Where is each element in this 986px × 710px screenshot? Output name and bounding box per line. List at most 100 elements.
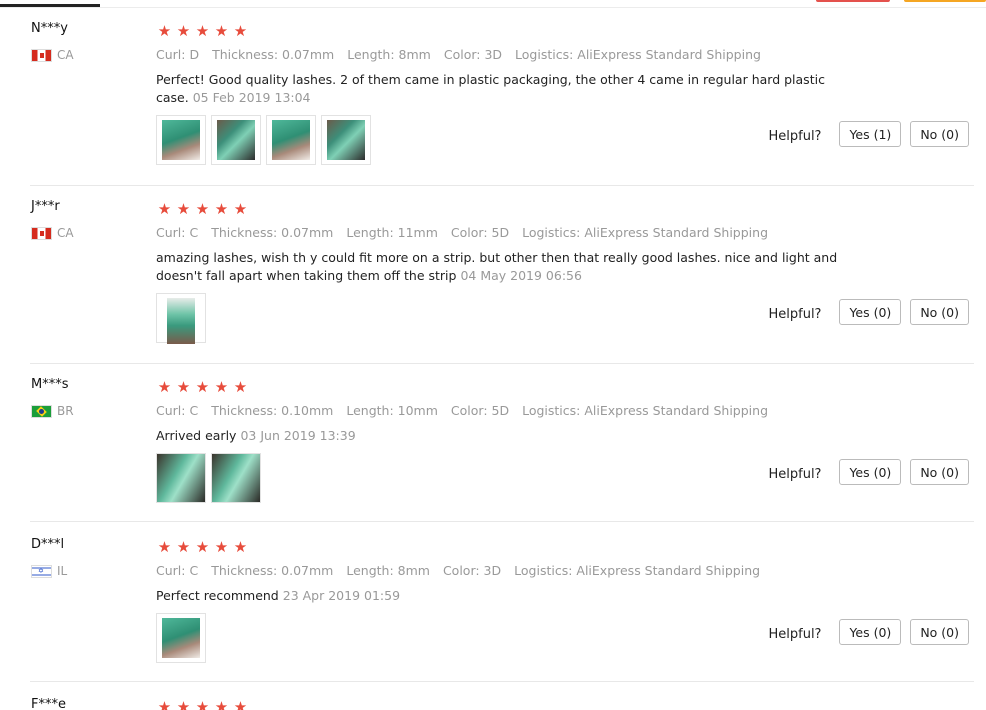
attr-curl: Curl: D: [156, 47, 200, 62]
review-item: M***s BR ★ ★ ★ ★ ★ Curl: C Thickness: 0.10mm…: [0, 364, 986, 524]
star-icon: ★: [157, 200, 172, 218]
attr-color: Color: 3D: [442, 563, 502, 578]
review-item: N***y CA ★ ★ ★ ★ ★ Curl: D Thickness: 0.07mm…: [0, 8, 986, 186]
review-photo-thumbnail[interactable]: [156, 613, 206, 663]
review-photo-thumbnail[interactable]: [321, 115, 371, 165]
product-attributes: Curl: D Thickness: 0.07mm Length: 8mm Co…: [156, 47, 774, 62]
reviewer-name: J***r: [31, 199, 60, 214]
star-icon: ★: [233, 22, 248, 40]
israel-flag-icon: [31, 564, 52, 578]
country-code: IL: [57, 564, 68, 578]
review-item: F***e ★ ★ ★ ★ ★: [0, 684, 986, 710]
review-text-block: Perfect recommend 23 Apr 2019 01:59: [156, 587, 876, 605]
canada-flag-icon: [31, 48, 52, 62]
helpful-no-button[interactable]: No (0): [910, 299, 969, 325]
star-rating: ★ ★ ★ ★ ★: [156, 540, 249, 555]
review-date: 04 May 2019 06:56: [460, 268, 582, 283]
star-icon: ★: [214, 378, 229, 396]
reviewer-country: IL: [31, 564, 67, 578]
helpful-label: Helpful?: [768, 306, 822, 322]
star-icon: ★: [195, 22, 210, 40]
header-accent-orange: [904, 0, 986, 2]
review-divider: [30, 521, 974, 522]
review-photo-thumbnail[interactable]: [266, 115, 316, 165]
review-photo-thumbnail[interactable]: [156, 293, 206, 344]
helpful-vote: Helpful? Yes (0) No (0): [768, 459, 969, 485]
star-icon: ★: [233, 698, 248, 710]
attr-thickness: Thickness: 0.07mm: [211, 225, 334, 240]
helpful-vote: Helpful? Yes (1) No (0): [768, 121, 969, 147]
star-icon: ★: [214, 200, 229, 218]
helpful-yes-button[interactable]: Yes (0): [839, 459, 902, 485]
reviewer-country: BR: [31, 404, 74, 418]
attr-curl: Curl: C: [156, 225, 199, 240]
reviewer-country: CA: [31, 48, 74, 62]
review-text-block: amazing lashes, wish th y could fit more…: [156, 249, 876, 285]
header-accent-red: [816, 0, 890, 2]
star-icon: ★: [157, 538, 172, 556]
helpful-yes-button[interactable]: Yes (1): [839, 121, 902, 147]
helpful-vote: Helpful? Yes (0) No (0): [768, 619, 969, 645]
star-icon: ★: [233, 538, 248, 556]
attr-logistics: Logistics: AliExpress Standard Shipping: [515, 47, 761, 62]
star-icon: ★: [176, 378, 191, 396]
review-photo-thumbnail[interactable]: [156, 115, 206, 165]
review-photo-thumbnail[interactable]: [211, 115, 261, 165]
country-code: CA: [57, 226, 74, 240]
country-code: BR: [57, 404, 74, 418]
review-date: 23 Apr 2019 01:59: [282, 588, 401, 603]
helpful-no-button[interactable]: No (0): [910, 459, 969, 485]
review-photos: [156, 453, 261, 503]
review-photo-thumbnail[interactable]: [211, 453, 261, 503]
star-rating: ★ ★ ★ ★ ★: [156, 700, 249, 710]
review-text: Arrived early: [156, 428, 237, 443]
country-code: CA: [57, 48, 74, 62]
attr-length: Length: 11mm: [346, 225, 438, 240]
reviewer-country: CA: [31, 226, 74, 240]
helpful-yes-button[interactable]: Yes (0): [839, 619, 902, 645]
attr-color: Color: 5D: [450, 403, 510, 418]
attr-thickness: Thickness: 0.10mm: [211, 403, 334, 418]
review-photo-thumbnail[interactable]: [156, 453, 206, 503]
star-icon: ★: [214, 538, 229, 556]
attr-curl: Curl: C: [156, 563, 199, 578]
star-icon: ★: [176, 538, 191, 556]
star-icon: ★: [176, 22, 191, 40]
star-icon: ★: [214, 698, 229, 710]
review-date: 03 Jun 2019 13:39: [240, 428, 356, 443]
product-attributes: Curl: C Thickness: 0.07mm Length: 11mm C…: [156, 225, 781, 240]
attr-color: Color: 3D: [443, 47, 503, 62]
review-item: J***r CA ★ ★ ★ ★ ★ Curl: C Thickness: 0.07mm…: [0, 186, 986, 364]
attr-length: Length: 8mm: [346, 563, 430, 578]
attr-logistics: Logistics: AliExpress Standard Shipping: [514, 563, 761, 578]
helpful-label: Helpful?: [768, 626, 822, 642]
star-icon: ★: [176, 698, 191, 710]
star-icon: ★: [195, 538, 210, 556]
attr-curl: Curl: C: [156, 403, 199, 418]
star-icon: ★: [157, 378, 172, 396]
helpful-vote: Helpful? Yes (0) No (0): [768, 299, 969, 325]
star-icon: ★: [233, 200, 248, 218]
reviewer-name: M***s: [31, 377, 69, 392]
helpful-label: Helpful?: [768, 466, 822, 482]
product-attributes: Curl: C Thickness: 0.07mm Length: 8mm Co…: [156, 563, 773, 578]
star-icon: ★: [214, 22, 229, 40]
brazil-flag-icon: [31, 404, 52, 418]
attr-length: Length: 10mm: [346, 403, 438, 418]
star-icon: ★: [195, 200, 210, 218]
reviewer-name: N***y: [31, 21, 68, 36]
attr-length: Length: 8mm: [347, 47, 431, 62]
review-item: D***l IL ★★★★★ Curl: C Thickness: 0.07mm…: [0, 524, 986, 684]
review-text-block: Perfect! Good quality lashes. 2 of them …: [156, 71, 876, 107]
star-icon: ★: [233, 378, 248, 396]
helpful-no-button[interactable]: No (0): [910, 121, 969, 147]
helpful-yes-button[interactable]: Yes (0): [839, 299, 902, 325]
star-icon: ★: [195, 698, 210, 710]
star-rating: ★ ★ ★ ★ ★: [156, 24, 249, 39]
attr-thickness: Thickness: 0.07mm: [212, 47, 335, 62]
helpful-no-button[interactable]: No (0): [910, 619, 969, 645]
review-divider: [30, 681, 974, 682]
reviewer-name: F***e: [31, 697, 66, 710]
review-photos: [156, 613, 206, 663]
attr-logistics: Logistics: AliExpress Standard Shipping: [522, 403, 768, 418]
